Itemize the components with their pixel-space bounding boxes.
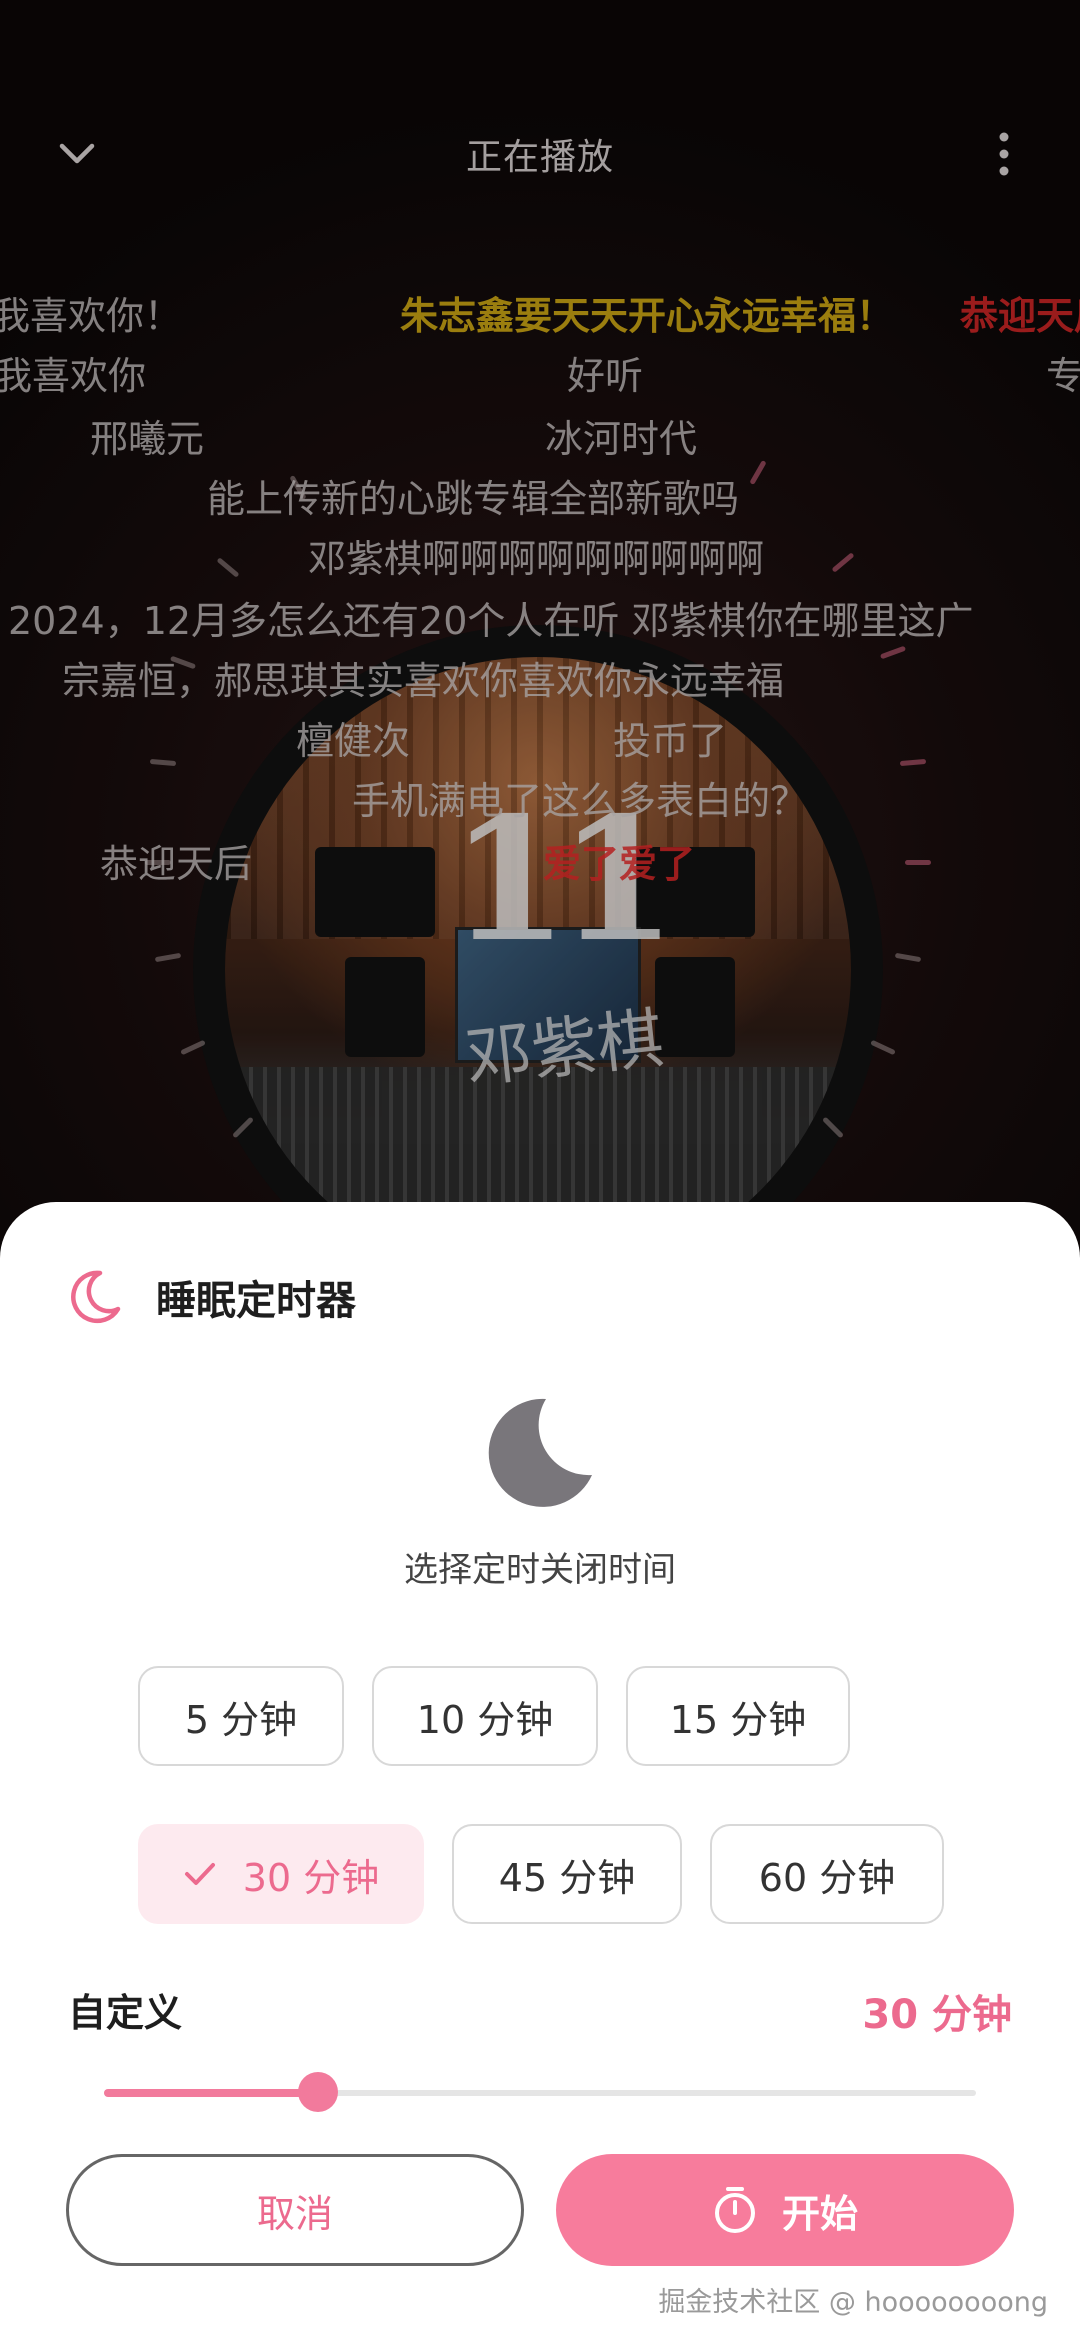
duration-option-label: 15 分钟 [669,1697,807,1742]
modal-scrim[interactable] [0,0,1080,1250]
moon-icon [71,1270,121,1324]
duration-option-label: 30 分钟 [242,1855,380,1900]
custom-label: 自定义 [68,1991,183,2035]
duration-option-label: 45 分钟 [498,1855,636,1900]
duration-option-60[interactable]: 60 分钟 [710,1824,944,1924]
duration-option-30[interactable]: 30 分钟 [138,1824,424,1924]
cancel-button[interactable]: 取消 [66,2154,524,2266]
check-icon [183,1860,217,1888]
start-button[interactable]: 开始 [556,2154,1014,2266]
duration-option-10[interactable]: 10 分钟 [372,1666,598,1766]
stopwatch-icon [712,2185,758,2235]
duration-option-label: 60 分钟 [758,1855,896,1900]
watermark: 掘金技术社区 @ hoooooooong [658,2287,1048,2318]
sheet-subtitle: 选择定时关闭时间 [404,1550,676,1590]
duration-slider[interactable] [104,2062,976,2122]
duration-option-label: 5 分钟 [184,1697,298,1742]
sheet-header: 睡眠定时器 [70,1262,356,1332]
duration-option-label: 10 分钟 [416,1697,554,1742]
start-button-label: 开始 [781,2191,858,2236]
custom-value: 30 分钟 [862,1992,1012,2038]
moon-illustration-icon [488,1398,592,1507]
slider-thumb[interactable] [297,2072,338,2112]
sheet-title: 睡眠定时器 [156,1278,356,1324]
duration-option-15[interactable]: 15 分钟 [626,1666,850,1766]
cancel-button-label: 取消 [256,2191,333,2236]
duration-option-5[interactable]: 5 分钟 [138,1666,344,1766]
sleep-timer-sheet: 睡眠定时器 选择定时关闭时间 5 分钟 10 分钟 15 分钟 30 分钟 45… [0,1202,1080,2340]
slider-fill [104,2089,318,2097]
duration-option-45[interactable]: 45 分钟 [452,1824,682,1924]
